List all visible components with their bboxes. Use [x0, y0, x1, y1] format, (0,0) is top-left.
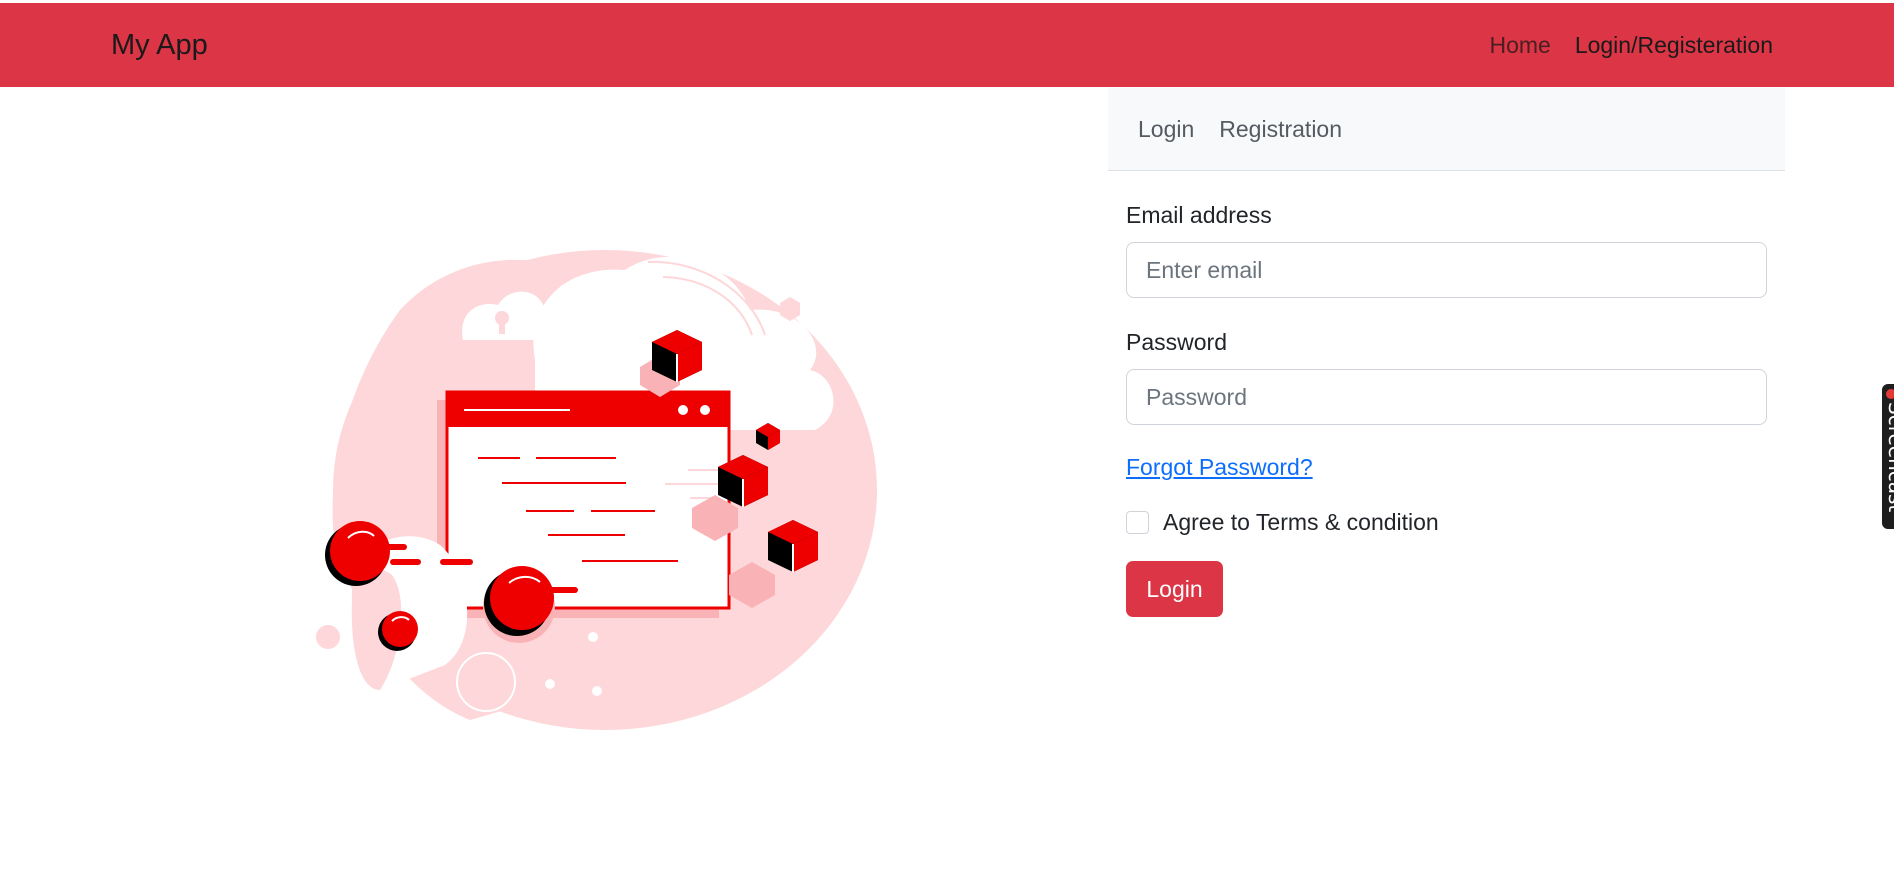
screencast-label: Screencast	[1884, 402, 1894, 513]
forgot-password-link[interactable]: Forgot Password?	[1126, 454, 1313, 481]
record-icon	[1886, 389, 1894, 399]
tab-login[interactable]: Login	[1138, 116, 1194, 143]
tab-registration[interactable]: Registration	[1219, 116, 1342, 143]
auth-tabs: Login Registration	[1108, 88, 1785, 171]
auth-panel: Login Registration Email address Passwor…	[1108, 88, 1785, 617]
login-button[interactable]: Login	[1126, 561, 1223, 617]
screencast-side-tab[interactable]: Screencast	[1882, 384, 1894, 529]
brand-title[interactable]: My App	[111, 29, 208, 62]
nav-link-login-registration[interactable]: Login/Registeration	[1575, 32, 1773, 59]
password-label: Password	[1126, 329, 1227, 355]
terms-row: Agree to Terms & condition	[1126, 509, 1767, 536]
nav-link-home[interactable]: Home	[1489, 32, 1550, 59]
navbar: My App Home Login/Registeration	[0, 3, 1894, 87]
email-input[interactable]	[1126, 242, 1767, 298]
terms-checkbox[interactable]	[1126, 511, 1149, 534]
email-label: Email address	[1126, 202, 1272, 228]
login-illustration	[316, 250, 877, 730]
login-form: Email address Password Forgot Password? …	[1126, 202, 1767, 617]
nav-links: Home Login/Registeration	[1489, 32, 1773, 59]
terms-label: Agree to Terms & condition	[1163, 509, 1439, 535]
password-input[interactable]	[1126, 369, 1767, 425]
